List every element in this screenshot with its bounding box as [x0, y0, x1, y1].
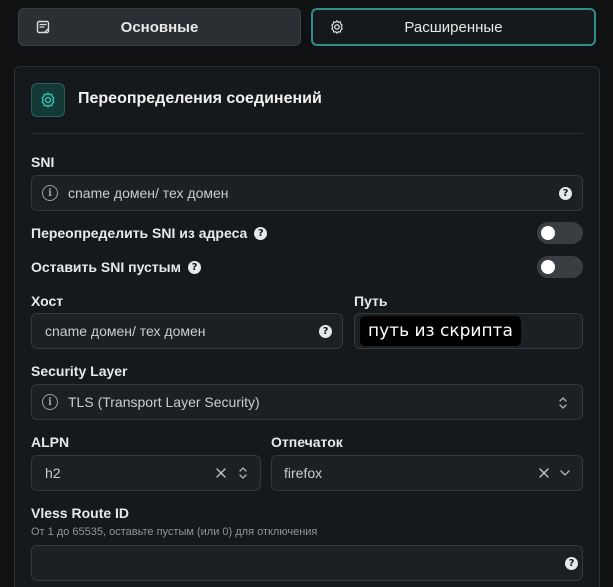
section-divider — [31, 133, 583, 134]
security-layer-select[interactable]: i TLS (Transport Layer Security) — [31, 384, 583, 420]
host-label: Хост — [31, 293, 64, 309]
path-tooltip: путь из скрипта — [360, 316, 521, 346]
host-placeholder: cname домен/ тех домен — [45, 323, 206, 339]
keep-sni-empty-label: Оставить SNI пустым — [31, 259, 181, 275]
alpn-value: h2 — [45, 465, 61, 481]
note-icon — [36, 20, 50, 34]
chevron-updown-icon — [559, 397, 567, 409]
chevron-down-icon — [560, 470, 570, 476]
info-icon: i — [42, 394, 58, 410]
fingerprint-select[interactable]: firefox — [271, 455, 583, 491]
help-icon[interactable]: ? — [187, 260, 201, 274]
tab-basic-label: Основные — [120, 18, 199, 36]
section-gear-badge — [31, 83, 65, 117]
help-icon[interactable]: ? — [254, 226, 268, 240]
sni-label: SNI — [31, 154, 55, 170]
clear-icon[interactable] — [538, 467, 550, 479]
fingerprint-label: Отпечаток — [271, 434, 343, 450]
keep-sni-empty-toggle[interactable] — [537, 256, 583, 278]
keep-sni-empty-row: Оставить SNI пустым ? — [31, 259, 201, 275]
alpn-label: ALPN — [31, 434, 70, 450]
tab-basic[interactable]: Основные — [18, 8, 301, 46]
alpn-select[interactable]: h2 — [31, 455, 261, 491]
path-label: Путь — [354, 293, 388, 309]
tab-advanced[interactable]: Расширенные — [311, 8, 596, 46]
gear-icon — [331, 20, 343, 34]
override-sni-label: Переопределить SNI из адреса — [31, 225, 248, 241]
security-layer-label: Security Layer — [31, 363, 128, 379]
section-title: Переопределения соединений — [78, 90, 322, 107]
vless-route-input[interactable]: ? — [31, 545, 583, 581]
host-input[interactable]: cname домен/ тех домен ? — [31, 313, 343, 349]
tab-advanced-label: Расширенные — [404, 18, 503, 36]
help-icon[interactable]: ? — [565, 557, 578, 570]
sni-placeholder: cname домен/ тех домен — [68, 185, 229, 201]
override-sni-row: Переопределить SNI из адреса ? — [31, 225, 268, 241]
sni-input[interactable]: i cname домен/ тех домен ? — [31, 175, 583, 211]
help-icon[interactable]: ? — [319, 325, 332, 338]
clear-icon[interactable] — [215, 467, 227, 479]
chevron-updown-icon — [239, 467, 247, 479]
gear-icon — [41, 92, 55, 108]
tab-bar: Основные Расширенные — [18, 8, 596, 46]
fingerprint-value: firefox — [284, 465, 323, 481]
help-icon[interactable]: ? — [559, 187, 572, 200]
toggle-knob — [541, 226, 555, 240]
vless-route-label: Vless Route ID — [31, 505, 130, 521]
vless-route-hint: От 1 до 65535, оставьте пустым (или 0) д… — [31, 526, 318, 538]
override-sni-toggle[interactable] — [537, 222, 583, 244]
info-icon: i — [42, 185, 58, 201]
toggle-knob — [541, 260, 555, 274]
security-layer-value: TLS (Transport Layer Security) — [68, 394, 260, 410]
